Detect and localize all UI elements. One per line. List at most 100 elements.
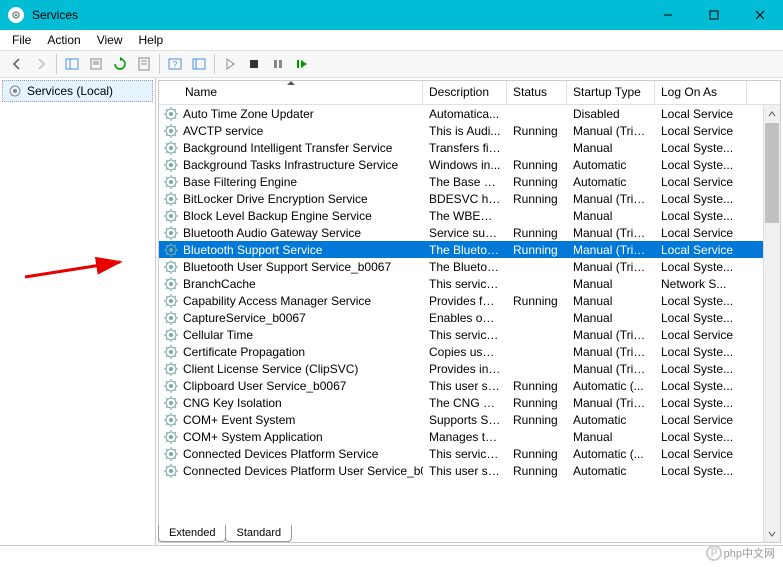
service-row[interactable]: COM+ System ApplicationManages th...Manu… (159, 428, 780, 445)
cell-logon: Local Syste... (655, 361, 747, 377)
cell-name: Background Intelligent Transfer Service (159, 139, 423, 157)
minimize-button[interactable] (645, 0, 691, 30)
cell-description: This is Audi... (423, 123, 507, 139)
cell-name: Clipboard User Service_b0067 (159, 377, 423, 395)
column-logon[interactable]: Log On As (655, 81, 747, 104)
cell-description: Provides inf... (423, 361, 507, 377)
menu-action[interactable]: Action (39, 31, 88, 49)
cell-status (507, 436, 567, 438)
service-row[interactable]: Certificate PropagationCopies user ...Ma… (159, 343, 780, 360)
cell-name: CaptureService_b0067 (159, 309, 423, 327)
cell-logon: Local Syste... (655, 395, 747, 411)
cell-description: The Base Fil... (423, 174, 507, 190)
cell-status: Running (507, 412, 567, 428)
cell-status: Running (507, 225, 567, 241)
service-row[interactable]: Base Filtering EngineThe Base Fil...Runn… (159, 173, 780, 190)
cell-name: Block Level Backup Engine Service (159, 207, 423, 225)
column-startup[interactable]: Startup Type (567, 81, 655, 104)
help-button[interactable]: ? (164, 53, 186, 75)
menu-view[interactable]: View (89, 31, 131, 49)
properties-button[interactable] (133, 53, 155, 75)
cell-startup: Manual (Trig... (567, 361, 655, 377)
cell-startup: Manual (Trig... (567, 225, 655, 241)
cell-logon: Local Syste... (655, 344, 747, 360)
menu-help[interactable]: Help (131, 31, 172, 49)
service-row[interactable]: Connected Devices Platform ServiceThis s… (159, 445, 780, 462)
service-row[interactable]: CaptureService_b0067Enables opti...Manua… (159, 309, 780, 326)
cell-logon: Local Syste... (655, 140, 747, 156)
menu-file[interactable]: File (4, 31, 39, 49)
cell-logon: Local Syste... (655, 310, 747, 326)
tab-standard[interactable]: Standard (225, 525, 292, 542)
cell-logon: Local Syste... (655, 157, 747, 173)
separator (56, 54, 57, 74)
cell-status: Running (507, 395, 567, 411)
column-name[interactable]: Name (159, 81, 423, 104)
cell-name: COM+ Event System (159, 411, 423, 429)
close-button[interactable] (737, 0, 783, 30)
cell-name: Connected Devices Platform User Service_… (159, 462, 423, 480)
service-row[interactable]: Bluetooth Support ServiceThe Bluetoo...R… (159, 241, 780, 258)
cell-logon: Local Service (655, 327, 747, 343)
service-row[interactable]: Cellular TimeThis service ...Manual (Tri… (159, 326, 780, 343)
cell-status: Running (507, 157, 567, 173)
cell-status (507, 113, 567, 115)
stop-button[interactable] (243, 53, 265, 75)
cell-description: BDESVC hos... (423, 191, 507, 207)
cell-startup: Manual (Trig... (567, 242, 655, 258)
scroll-thumb[interactable] (765, 123, 779, 223)
service-row[interactable]: Client License Service (ClipSVC)Provides… (159, 360, 780, 377)
cell-name: Client License Service (ClipSVC) (159, 360, 423, 378)
services-list: Name Description Status Startup Type Log… (158, 80, 781, 543)
back-button[interactable] (6, 53, 28, 75)
maximize-button[interactable] (691, 0, 737, 30)
service-row[interactable]: Bluetooth Audio Gateway ServiceService s… (159, 224, 780, 241)
scroll-up-button[interactable] (764, 105, 780, 122)
service-row[interactable]: Block Level Backup Engine ServiceThe WBE… (159, 207, 780, 224)
show-hide-button[interactable] (61, 53, 83, 75)
vertical-scrollbar[interactable] (763, 105, 780, 542)
service-row[interactable]: AVCTP serviceThis is Audi...RunningManua… (159, 122, 780, 139)
cell-status (507, 266, 567, 268)
cell-status (507, 283, 567, 285)
help2-button[interactable] (188, 53, 210, 75)
cell-startup: Manual (Trig... (567, 395, 655, 411)
pause-button[interactable] (267, 53, 289, 75)
service-row[interactable]: CNG Key IsolationThe CNG ke...RunningMan… (159, 394, 780, 411)
sidebar-item-services-local[interactable]: Services (Local) (2, 80, 153, 102)
scroll-down-button[interactable] (764, 525, 780, 542)
column-description[interactable]: Description (423, 81, 507, 104)
service-row[interactable]: BranchCacheThis service ...ManualNetwork… (159, 275, 780, 292)
cell-status (507, 147, 567, 149)
export-button[interactable] (85, 53, 107, 75)
cell-description: This user ser... (423, 463, 507, 479)
watermark: php中文网 (706, 545, 775, 561)
tab-extended[interactable]: Extended (158, 525, 226, 542)
service-row[interactable]: Bluetooth User Support Service_b0067The … (159, 258, 780, 275)
cell-logon: Local Syste... (655, 293, 747, 309)
service-row[interactable]: Connected Devices Platform User Service_… (159, 462, 780, 479)
cell-description: The Bluetoo... (423, 259, 507, 275)
refresh-button[interactable] (109, 53, 131, 75)
start-button[interactable] (219, 53, 241, 75)
cell-startup: Automatic (... (567, 378, 655, 394)
forward-button[interactable] (30, 53, 52, 75)
main-content: Services (Local) Name Description Status… (0, 78, 783, 545)
cell-description: The Bluetoo... (423, 242, 507, 258)
cell-logon: Local Service (655, 225, 747, 241)
service-row[interactable]: Background Intelligent Transfer ServiceT… (159, 139, 780, 156)
cell-name: Bluetooth Support Service (159, 241, 423, 259)
service-row[interactable]: Clipboard User Service_b0067This user se… (159, 377, 780, 394)
cell-description: Provides fac... (423, 293, 507, 309)
service-row[interactable]: COM+ Event SystemSupports Sy...RunningAu… (159, 411, 780, 428)
service-row[interactable]: Auto Time Zone UpdaterAutomatica...Disab… (159, 105, 780, 122)
cell-description: The WBENG... (423, 208, 507, 224)
service-row[interactable]: Background Tasks Infrastructure ServiceW… (159, 156, 780, 173)
list-body[interactable]: Auto Time Zone UpdaterAutomatica...Disab… (159, 105, 780, 542)
service-row[interactable]: BitLocker Drive Encryption ServiceBDESVC… (159, 190, 780, 207)
cell-status (507, 351, 567, 353)
service-row[interactable]: Capability Access Manager ServiceProvide… (159, 292, 780, 309)
cell-startup: Manual (567, 429, 655, 445)
column-status[interactable]: Status (507, 81, 567, 104)
restart-button[interactable] (291, 53, 313, 75)
